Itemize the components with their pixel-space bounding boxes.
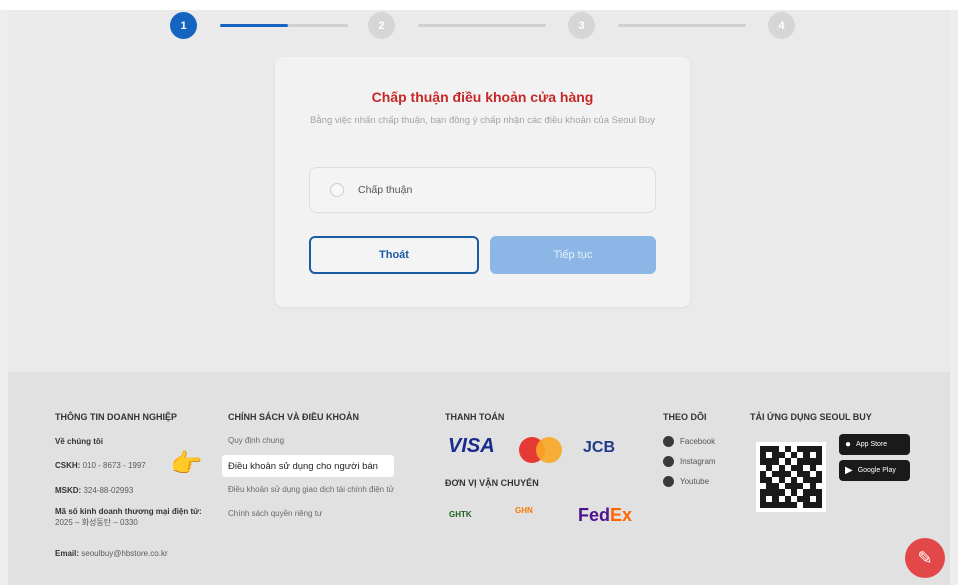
social-instagram[interactable]: Instagram	[663, 456, 716, 467]
license-label: Mã số kinh doanh thương mại điện tử:	[55, 507, 202, 516]
visa-logo: VISA	[448, 435, 495, 457]
mastercard-logo	[519, 437, 563, 463]
step-connector-1b	[288, 24, 348, 27]
social-youtube[interactable]: Youtube	[663, 476, 709, 487]
chat-bubble-icon[interactable]: ✎	[905, 538, 945, 578]
jcb-logo: JCB	[583, 439, 616, 456]
license-line: Mã số kinh doanh thương mại điện tử: 202…	[55, 506, 215, 528]
facebook-icon	[663, 436, 674, 447]
exit-button[interactable]: Thoát	[309, 236, 479, 274]
terms-card: Chấp thuận điều khoản cửa hàng Bằng việc…	[275, 57, 690, 307]
about-us-link: Về chúng tôi	[55, 436, 103, 447]
follow-heading: THEO DÕI	[663, 412, 707, 422]
email-label: Email:	[55, 549, 80, 558]
consent-option[interactable]: Chấp thuận	[309, 167, 656, 213]
mskd-value: 324-88-02993	[83, 486, 134, 495]
cskh-label: CSKH:	[55, 461, 81, 470]
app-store-badge[interactable]: ● App Store	[839, 434, 910, 455]
google-play-label: Google Play	[857, 467, 896, 474]
continue-button[interactable]: Tiếp tục	[490, 236, 656, 274]
app-heading: TẢI ỨNG DỤNG SEOUL BUY	[750, 412, 872, 422]
google-play-badge[interactable]: ▶ Google Play	[839, 460, 910, 481]
email-line: Email: seoulbuy@hbstore.co.kr	[55, 548, 168, 559]
license-value: 2025 – 화성동탄 – 0330	[55, 518, 138, 527]
payment-heading: THANH TOÁN	[445, 412, 505, 422]
ghn-logo: GHN	[515, 506, 533, 515]
consent-radio[interactable]	[330, 183, 344, 197]
apple-icon: ●	[845, 439, 852, 450]
mastercard-circle-yellow	[536, 437, 562, 463]
consent-label: Chấp thuận	[358, 184, 413, 196]
play-icon: ▶	[845, 465, 853, 476]
shipping-heading: ĐƠN VỊ VẬN CHUYỂN	[445, 478, 539, 488]
card-subtitle: Bằng việc nhấn chấp thuận, bạn đồng ý ch…	[310, 115, 655, 126]
step-3: 3	[568, 12, 595, 39]
youtube-label: Youtube	[680, 477, 710, 486]
ghtk-logo: GHTK	[449, 510, 472, 519]
social-facebook[interactable]: Facebook	[663, 436, 715, 447]
mskd-line: MSKD: 324-88-02993	[55, 485, 133, 496]
business-info-heading: THÔNG TIN DOANH NGHIỆP	[55, 412, 178, 422]
card-title: Chấp thuận điều khoản cửa hàng	[371, 89, 594, 105]
policy-link-privacy[interactable]: Chính sách quyền riêng tư	[228, 509, 322, 518]
cskh-value: 010 - 8673 - 1997	[82, 461, 146, 470]
step-1: 1	[170, 12, 197, 39]
email-value: seoulbuy@hbstore.co.kr	[81, 549, 168, 558]
cskh-line: CSKH: 010 - 8673 - 1997	[55, 460, 146, 471]
step-2: 2	[368, 12, 395, 39]
youtube-icon	[663, 476, 674, 487]
instagram-icon	[663, 456, 674, 467]
policy-link-general[interactable]: Quy định chung	[228, 436, 284, 445]
top-strip	[0, 0, 958, 10]
policy-link-seller-terms[interactable]: Điều khoản sử dụng cho người bán	[222, 455, 394, 477]
fedex-logo: FedEx	[578, 505, 633, 525]
app-store-label: App Store	[856, 441, 888, 448]
step-connector-1	[220, 24, 288, 27]
qr-code	[756, 442, 826, 512]
step-connector-3	[618, 24, 746, 27]
pointing-hand-icon: 👉	[170, 448, 203, 478]
step-connector-2	[418, 24, 546, 27]
facebook-label: Facebook	[680, 437, 716, 446]
about-us-label[interactable]: Về chúng tôi	[55, 437, 103, 446]
policy-link-finance[interactable]: Điều khoản sử dụng giao dịch tài chính đ…	[228, 485, 394, 494]
instagram-label: Instagram	[680, 457, 716, 466]
policy-heading: CHÍNH SÁCH VÀ ĐIỀU KHOẢN	[228, 412, 360, 422]
mskd-label: MSKD:	[55, 486, 82, 495]
step-4: 4	[768, 12, 795, 39]
progress-stepper: 1 2 3 4	[170, 12, 800, 40]
